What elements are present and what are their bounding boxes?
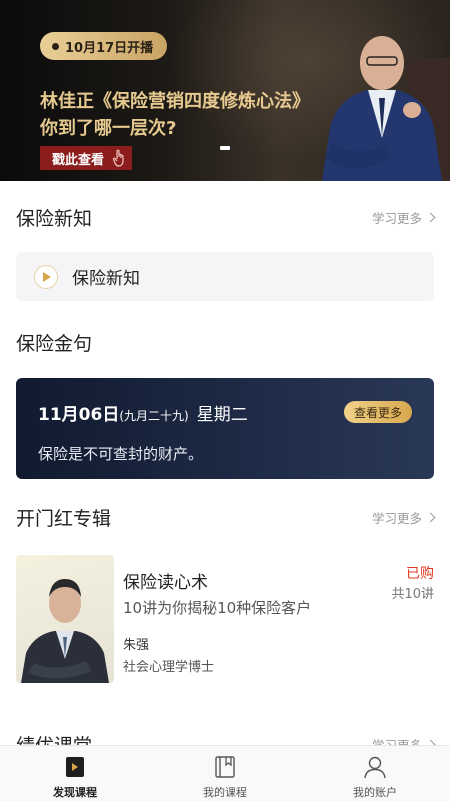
quote-card[interactable]: 11月06日(九月二十九) 星期二 查看更多 保险是不可查封的财产。 bbox=[16, 378, 434, 479]
live-date-text: 10月17日开播 bbox=[65, 40, 154, 56]
album-section-header: 开门红专辑 学习更多 bbox=[16, 503, 436, 531]
quote-weekday: 星期二 bbox=[196, 405, 248, 425]
purchased-badge: 已购 bbox=[406, 566, 434, 582]
dot-icon bbox=[52, 42, 59, 50]
quote-date: 11月06日(九月二十九) 星期二 bbox=[38, 400, 248, 425]
album-name: 保险读心术 bbox=[123, 573, 208, 593]
news-card-label: 保险新知 bbox=[72, 269, 140, 289]
book-icon bbox=[215, 756, 235, 778]
quote-section-header: 保险金句 bbox=[16, 328, 434, 356]
pointing-hand-icon bbox=[112, 149, 124, 167]
album-author-title: 社会心理学博士 bbox=[123, 660, 215, 675]
watch-button[interactable]: 戳此查看 bbox=[40, 146, 133, 170]
chevron-right-icon bbox=[425, 512, 436, 522]
album-more-label: 学习更多 bbox=[371, 510, 422, 526]
tab-my-courses[interactable]: 我的课程 bbox=[150, 746, 300, 801]
news-section-title: 保险新知 bbox=[16, 207, 93, 230]
album-author: 朱强 bbox=[123, 638, 150, 653]
quote-date-day: 11月06日 bbox=[38, 405, 120, 425]
album-more-link[interactable]: 学习更多 bbox=[371, 508, 436, 527]
quote-section-title: 保险金句 bbox=[16, 332, 93, 355]
tab-my-account[interactable]: 我的账户 bbox=[300, 746, 450, 801]
carousel-indicator bbox=[220, 146, 230, 150]
discover-icon bbox=[66, 757, 84, 777]
tab-my-account-label: 我的账户 bbox=[353, 786, 397, 799]
promo-banner[interactable]: 10月17日开播 林佳正《保险营销四度修炼心法》 你到了哪一层次? 戳此查看 bbox=[0, 0, 450, 181]
bottom-tab-bar: 发现课程 我的课程 我的账户 bbox=[0, 745, 450, 801]
watch-button-label: 戳此查看 bbox=[52, 152, 105, 168]
banner-title-line1: 林佳正《保险营销四度修炼心法》 bbox=[40, 91, 310, 112]
speaker-photo bbox=[322, 36, 450, 181]
tab-my-courses-label: 我的课程 bbox=[203, 786, 247, 799]
album-cover-image bbox=[16, 555, 114, 683]
album-item[interactable]: 保险读心术 10讲为你揭秘10种保险客户 朱强 社会心理学博士 已购 共10讲 bbox=[16, 555, 434, 685]
album-description: 10讲为你揭秘10种保险客户 bbox=[123, 599, 312, 617]
chevron-right-icon bbox=[425, 212, 436, 222]
tab-discover[interactable]: 发现课程 bbox=[0, 746, 150, 801]
user-icon bbox=[364, 756, 386, 779]
album-section-title: 开门红专辑 bbox=[16, 507, 112, 530]
see-more-button[interactable]: 查看更多 bbox=[343, 401, 412, 423]
quote-text: 保险是不可查封的财产。 bbox=[38, 445, 204, 463]
news-section-header: 保险新知 学习更多 bbox=[16, 203, 436, 231]
banner-title-line2: 你到了哪一层次? bbox=[40, 118, 177, 139]
tab-discover-label: 发现课程 bbox=[53, 786, 97, 799]
news-more-label: 学习更多 bbox=[371, 210, 422, 226]
news-card[interactable]: 保险新知 bbox=[16, 252, 434, 301]
live-date-badge: 10月17日开播 bbox=[40, 32, 168, 60]
quote-lunar-date: (九月二十九) bbox=[119, 409, 189, 423]
play-icon bbox=[34, 264, 58, 289]
lesson-count: 共10讲 bbox=[391, 587, 434, 602]
news-more-link[interactable]: 学习更多 bbox=[371, 208, 436, 227]
banner-title: 林佳正《保险营销四度修炼心法》 你到了哪一层次? bbox=[40, 88, 310, 142]
